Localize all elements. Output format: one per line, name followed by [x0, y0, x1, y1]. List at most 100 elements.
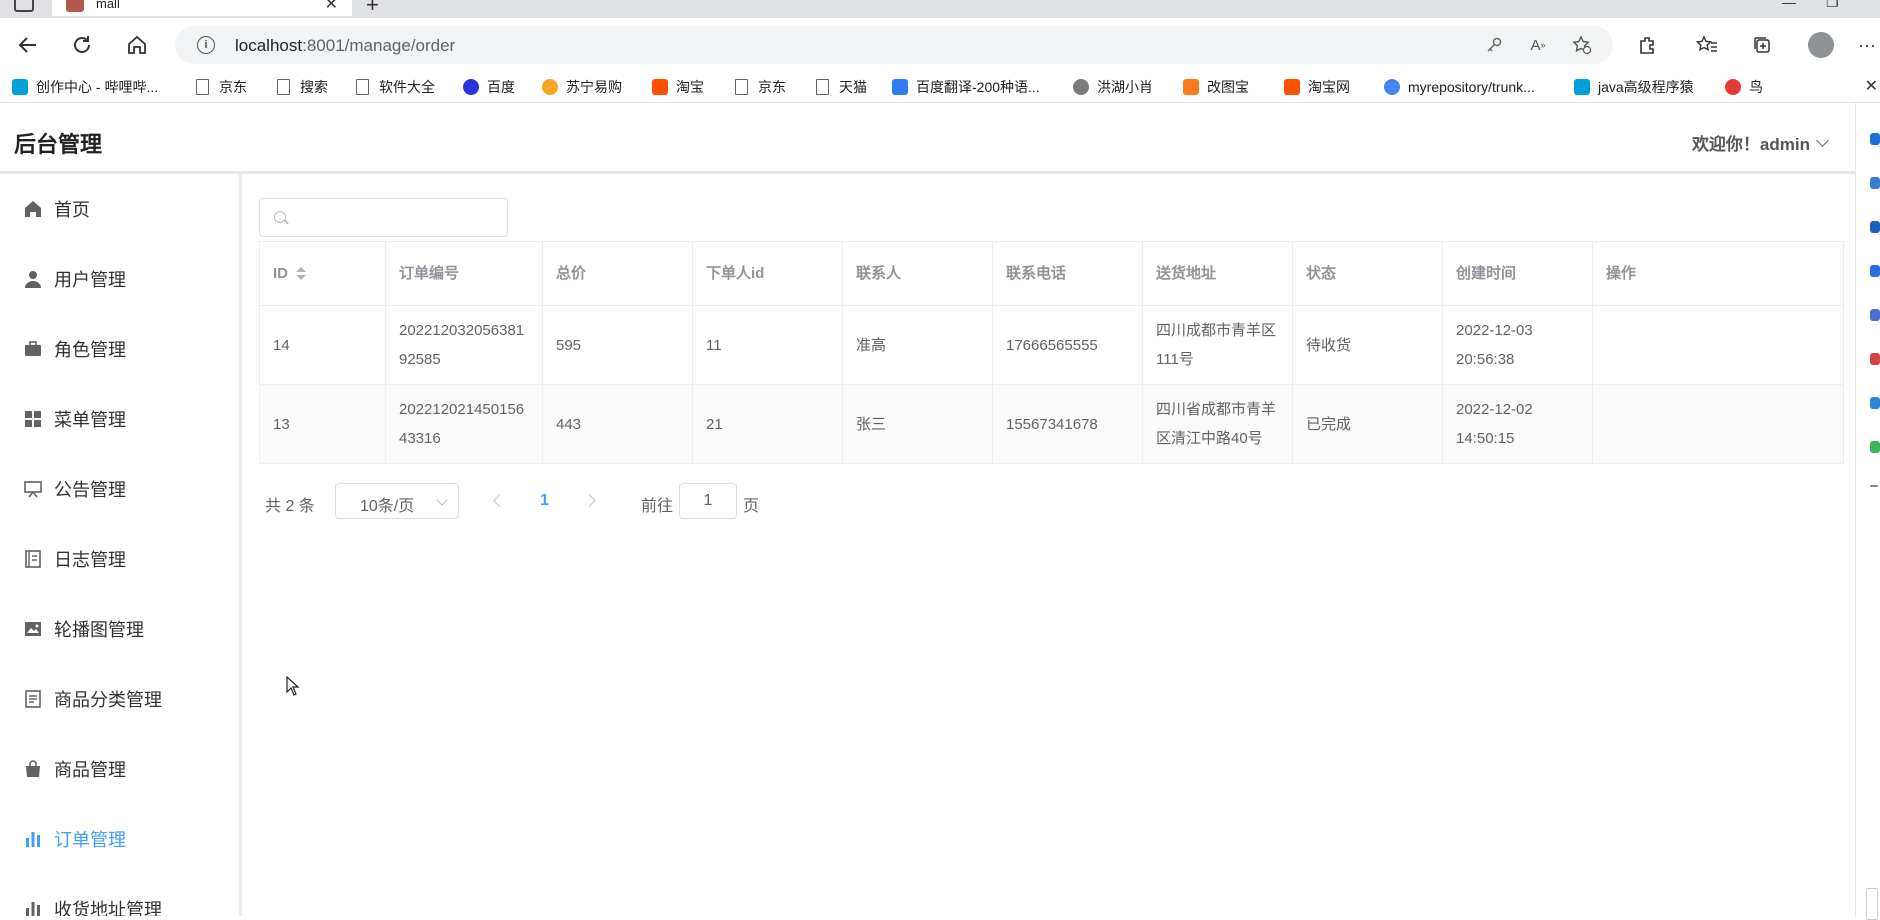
bookmark-item[interactable]: 百度	[463, 76, 515, 98]
cell-address: 四川省成都市青羊区清江中路40号	[1143, 385, 1293, 463]
bookmark-item[interactable]: 苏宁易购	[542, 76, 622, 98]
shopping-icon[interactable]	[1870, 221, 1880, 233]
bookmark-item[interactable]: 淘宝网	[1284, 76, 1350, 98]
bookmark-item[interactable]: myrepository/trunk...	[1384, 76, 1535, 98]
bookmark-item[interactable]: 鸟	[1725, 76, 1763, 98]
search-input[interactable]	[259, 198, 508, 237]
bookmark-item[interactable]: 改图宝	[1183, 76, 1249, 98]
user-dropdown[interactable]: 欢迎你！admin	[1692, 130, 1829, 155]
prev-page-icon[interactable]	[493, 494, 506, 507]
next-page-icon[interactable]	[583, 494, 596, 507]
tab-close-icon[interactable]: ✕	[325, 0, 338, 14]
cell-address: 四川成都市青羊区111号	[1143, 306, 1293, 384]
bookmark-item[interactable]: 百度翻译-200种语...	[892, 76, 1040, 98]
sidebar-item-label: 用户管理	[54, 270, 126, 290]
page-icon	[816, 79, 829, 95]
site-info-icon[interactable]: i	[197, 36, 215, 54]
profile-avatar-icon[interactable]	[1806, 30, 1836, 60]
orders-table: ID 订单编号 总价 下单人id 联系人 联系电话 送货地址 状态 创建时间 操…	[259, 241, 1844, 464]
add-icon[interactable]	[1870, 485, 1878, 487]
bookmark-item[interactable]: 创作中心 - 哔哩哔...	[12, 76, 158, 98]
bookmark-icon[interactable]	[1870, 177, 1880, 189]
bookmark-item[interactable]: 京东	[733, 76, 786, 98]
new-tab-icon[interactable]: +	[366, 0, 379, 18]
office-icon[interactable]	[1870, 353, 1880, 365]
cell-contact: 张三	[843, 385, 993, 463]
user-icon	[24, 270, 42, 288]
page-size-select[interactable]: 10条/页	[335, 483, 459, 519]
sidebar-item-categories[interactable]: 商品分类管理	[0, 664, 239, 734]
search-icon[interactable]	[1870, 133, 1880, 145]
collections-icon[interactable]	[1747, 30, 1777, 60]
tab-actions-icon[interactable]	[14, 0, 34, 12]
pagination-total: 共 2 条	[265, 498, 315, 515]
home-icon	[24, 200, 42, 218]
page-number-current[interactable]: 1	[540, 492, 549, 510]
sidebar-item-addresses[interactable]: 收货地址管理	[0, 874, 239, 916]
restore-icon[interactable]: ❐	[1826, 0, 1839, 11]
taobao-icon	[652, 79, 668, 95]
browser-tab[interactable]: mall ✕	[52, 0, 352, 16]
url-text[interactable]: localhost:8001/manage/order	[235, 36, 455, 56]
add-favorite-icon[interactable]	[1571, 34, 1593, 56]
bookmark-item[interactable]: 洪湖小肖	[1073, 76, 1153, 98]
table-row[interactable]: 14 20221203205638192585 595 11 准高 176665…	[260, 306, 1843, 385]
bookmark-item[interactable]: 搜索	[275, 76, 328, 98]
favorites-icon[interactable]	[1692, 30, 1722, 60]
tools-icon[interactable]	[1870, 265, 1880, 277]
key-icon[interactable]	[1483, 34, 1505, 56]
tab-title: mall	[96, 0, 120, 11]
drop-icon[interactable]	[1870, 441, 1880, 453]
cell-actions	[1593, 306, 1843, 384]
column-header: 订单编号	[386, 242, 543, 305]
sidebar-item-label: 日志管理	[54, 550, 126, 570]
home-icon[interactable]	[119, 28, 155, 62]
page-icon	[277, 79, 290, 95]
sort-caret-icon[interactable]	[296, 267, 306, 280]
sidebar-item-roles[interactable]: 角色管理	[0, 314, 239, 384]
back-icon[interactable]	[10, 28, 46, 62]
pagination: 共 2 条 10条/页 1 前往 1 页	[259, 483, 959, 521]
search-icon	[274, 211, 286, 223]
sidebar-item-label: 订单管理	[54, 830, 126, 850]
close-panel-icon[interactable]: ✕	[1865, 76, 1878, 96]
tab-favicon-icon	[66, 0, 84, 12]
page-icon	[735, 79, 748, 95]
sidebar-item-menus[interactable]: 菜单管理	[0, 384, 239, 454]
sidebar-item-banners[interactable]: 轮播图管理	[0, 594, 239, 664]
more-menu-icon[interactable]: ···	[1852, 30, 1880, 60]
sidebar-item-logs[interactable]: 日志管理	[0, 524, 239, 594]
bookmark-item[interactable]: 天猫	[814, 76, 867, 98]
goto-page-input[interactable]: 1	[679, 483, 737, 519]
admin-app: 后台管理 欢迎你！admin 首页 用户管理 角色管理 菜单管理 公告管理 日志…	[0, 103, 1855, 916]
column-header-id[interactable]: ID	[260, 242, 386, 305]
cell-total: 595	[543, 306, 693, 384]
sidebar-item-label: 收货地址管理	[54, 900, 162, 916]
games-icon[interactable]	[1870, 309, 1880, 321]
column-header: 总价	[543, 242, 693, 305]
cell-user-id: 11	[693, 306, 843, 384]
panel-settings-icon[interactable]	[1866, 888, 1878, 920]
sidebar-item-notices[interactable]: 公告管理	[0, 454, 239, 524]
notebook-icon	[24, 550, 42, 568]
sidebar-item-label: 首页	[54, 200, 90, 220]
sidebar-item-home[interactable]: 首页	[0, 174, 239, 244]
document-icon	[24, 690, 42, 708]
bookmark-item[interactable]: 软件大全	[354, 76, 435, 98]
table-row[interactable]: 13 20221202145015643316 443 21 张三 155673…	[260, 385, 1843, 463]
sidebar-item-orders[interactable]: 订单管理	[0, 804, 239, 874]
sidebar-item-users[interactable]: 用户管理	[0, 244, 239, 314]
page-icon	[196, 79, 209, 95]
grid-icon	[24, 410, 42, 428]
bookmark-item[interactable]: 京东	[194, 76, 247, 98]
url-bar[interactable]: i localhost:8001/manage/order A»	[175, 26, 1613, 64]
sidebar-menu: 首页 用户管理 角色管理 菜单管理 公告管理 日志管理 轮播图管理 商品分类管理…	[0, 174, 242, 916]
read-aloud-icon[interactable]: A»	[1527, 34, 1549, 56]
bookmark-item[interactable]: 淘宝	[652, 76, 704, 98]
refresh-icon[interactable]	[64, 28, 100, 62]
bookmark-item[interactable]: java高级程序猿	[1574, 76, 1694, 98]
minimize-icon[interactable]: —	[1782, 0, 1796, 10]
outlook-icon[interactable]	[1870, 397, 1880, 409]
extensions-icon[interactable]	[1632, 30, 1662, 60]
sidebar-item-products[interactable]: 商品管理	[0, 734, 239, 804]
